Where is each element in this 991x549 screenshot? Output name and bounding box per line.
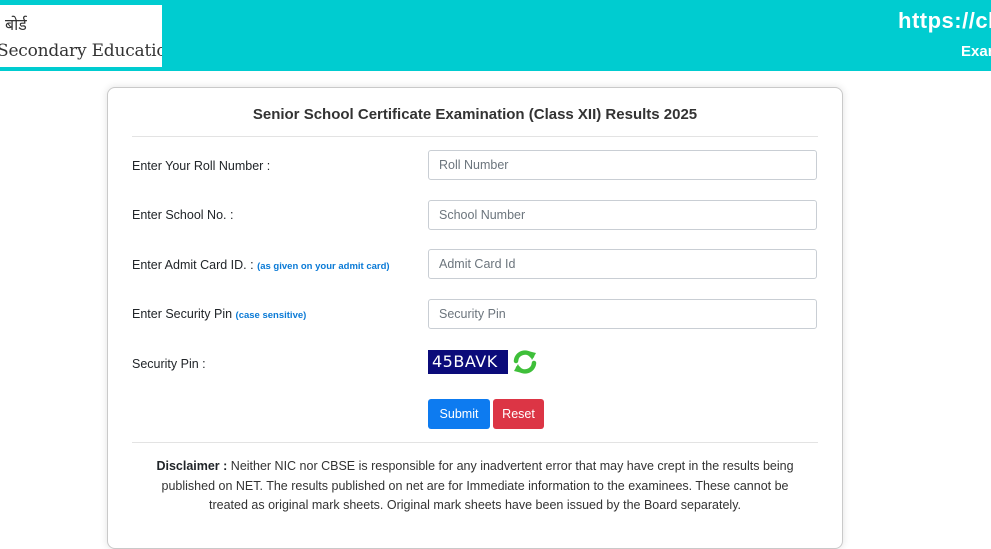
security-pin-entry-label: Enter Security Pin (case sensitive)	[132, 307, 306, 321]
header-url: https://cb	[898, 8, 991, 33]
site-header: बोर्ड Secondary Education https://cb Exa…	[0, 0, 991, 71]
submit-button[interactable]: Submit	[428, 399, 490, 429]
disclaimer-label: Disclaimer :	[156, 459, 228, 473]
logo-hindi-text: बोर्ड	[5, 15, 27, 34]
captcha-label: Security Pin :	[132, 357, 206, 371]
security-pin-hint: (case sensitive)	[235, 310, 307, 321]
disclaimer-text: Disclaimer : Neither NIC nor CBSE is res…	[148, 457, 802, 516]
admit-card-hint: (as given on your admit card)	[257, 261, 390, 272]
security-pin-entry-label-text: Enter Security Pin	[132, 307, 233, 321]
refresh-icon[interactable]	[511, 348, 539, 376]
school-number-label: Enter School No. :	[132, 208, 234, 222]
title-divider	[132, 136, 818, 137]
board-logo[interactable]: बोर्ड Secondary Education	[0, 5, 162, 67]
captcha-image: 45BAVK	[428, 350, 508, 374]
result-form-card: Senior School Certificate Examination (C…	[107, 87, 843, 549]
page-title: Senior School Certificate Examination (C…	[252, 106, 698, 123]
admit-card-label: Enter Admit Card ID. : (as given on your…	[132, 258, 390, 272]
reset-button[interactable]: Reset	[493, 399, 544, 429]
security-pin-input[interactable]	[428, 299, 817, 329]
admit-card-input[interactable]	[428, 249, 817, 279]
roll-number-label: Enter Your Roll Number :	[132, 159, 271, 173]
admit-card-label-text: Enter Admit Card ID. :	[132, 258, 254, 272]
header-subtitle: Exar	[961, 43, 991, 60]
logo-english-text: Secondary Education	[0, 41, 162, 61]
roll-number-input[interactable]	[428, 150, 817, 180]
disclaimer-divider	[132, 442, 818, 443]
school-number-input[interactable]	[428, 200, 817, 230]
disclaimer-body: Neither NIC nor CBSE is responsible for …	[161, 459, 794, 512]
